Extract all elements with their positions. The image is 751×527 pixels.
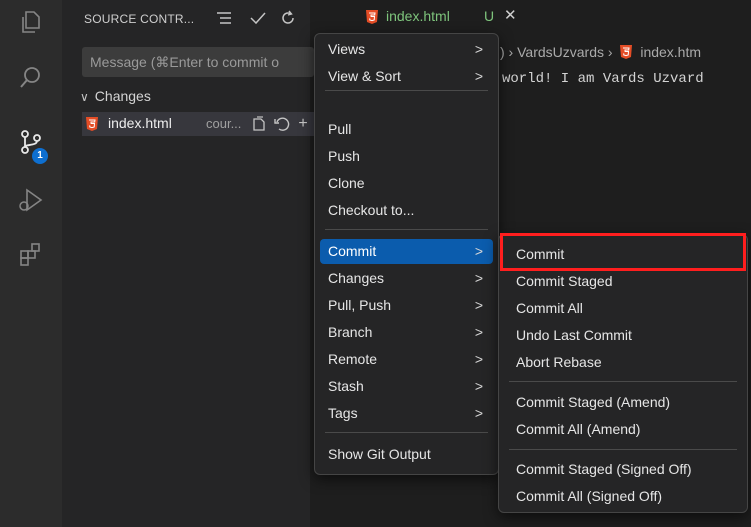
source-control-panel: SOURCE CONTR... ··· Message (⌘Enter to c… bbox=[62, 0, 332, 527]
tab-label: index.html bbox=[386, 8, 450, 24]
menu-divider bbox=[325, 229, 488, 230]
submenu-item-abort-rebase[interactable]: Abort Rebase bbox=[505, 350, 741, 375]
activity-bar: 1 bbox=[0, 0, 62, 527]
discard-changes-icon[interactable] bbox=[272, 114, 290, 134]
chevron-right-icon: > bbox=[474, 378, 483, 394]
search-icon[interactable] bbox=[17, 64, 45, 92]
menu-item-show-git-output[interactable]: Show Git Output bbox=[320, 442, 493, 467]
changes-group-header[interactable]: ∨ Changes bbox=[80, 88, 151, 104]
chevron-right-icon: > bbox=[474, 405, 483, 421]
explorer-icon[interactable] bbox=[17, 8, 45, 36]
commit-check-icon[interactable] bbox=[248, 8, 268, 28]
commit-message-input[interactable]: Message (⌘Enter to commit o bbox=[82, 47, 314, 77]
chevron-right-icon: > bbox=[474, 324, 483, 340]
breadcrumb-file: index.htm bbox=[640, 44, 702, 60]
submenu-item-undo-last-commit[interactable]: Undo Last Commit bbox=[505, 323, 741, 348]
menu-item-remote[interactable]: Remote > bbox=[320, 347, 493, 372]
chevron-right-icon: > bbox=[474, 351, 483, 367]
menu-item-pull-push[interactable]: Pull, Push > bbox=[320, 293, 493, 318]
menu-item-push[interactable]: Push bbox=[320, 144, 493, 169]
extensions-icon[interactable] bbox=[17, 240, 45, 268]
menu-item-stash[interactable]: Stash > bbox=[320, 374, 493, 399]
file-directory: cour... bbox=[206, 116, 242, 131]
submenu-item-commit-all-signed-off[interactable]: Commit All (Signed Off) bbox=[505, 484, 741, 509]
chevron-right-icon: > bbox=[474, 68, 483, 84]
html-file-icon bbox=[620, 45, 633, 59]
menu-item-tags[interactable]: Tags > bbox=[320, 401, 493, 426]
panel-title: SOURCE CONTR... bbox=[84, 12, 195, 26]
menu-item-branch[interactable]: Branch > bbox=[320, 320, 493, 345]
chevron-right-icon: > bbox=[474, 41, 483, 57]
file-name: index.html bbox=[108, 115, 172, 131]
code-line[interactable]: world! I am Vards Uzvard bbox=[502, 71, 704, 87]
more-actions-menu: Views > View & Sort > Pull Push Clone Chec… bbox=[314, 33, 499, 475]
menu-item-checkout[interactable]: Checkout to... bbox=[320, 198, 493, 223]
breadcrumb[interactable]: ) › VardsUzvards › index.htm bbox=[500, 44, 701, 60]
html-file-icon bbox=[86, 117, 98, 131]
chevron-right-icon: > bbox=[474, 297, 483, 313]
submenu-item-commit-all[interactable]: Commit All bbox=[505, 296, 741, 321]
menu-divider bbox=[509, 449, 737, 450]
untracked-status: U bbox=[484, 8, 495, 24]
chevron-right-icon: > bbox=[474, 243, 483, 259]
chevron-down-icon: ∨ bbox=[80, 90, 89, 104]
close-tab-icon[interactable]: ✕ bbox=[504, 6, 517, 24]
open-file-icon[interactable] bbox=[250, 114, 268, 134]
changes-label: Changes bbox=[94, 88, 151, 104]
submenu-item-commit-staged[interactable]: Commit Staged bbox=[505, 269, 741, 294]
run-debug-icon[interactable] bbox=[17, 186, 45, 214]
menu-item-commit[interactable]: Commit > bbox=[320, 239, 493, 264]
menu-divider bbox=[325, 432, 488, 433]
submenu-item-commit-all-amend[interactable]: Commit All (Amend) bbox=[505, 417, 741, 442]
highlight-annotation bbox=[500, 233, 746, 271]
menu-item-views[interactable]: Views > bbox=[320, 37, 493, 62]
menu-item-view-sort[interactable]: View & Sort > bbox=[320, 64, 493, 89]
chevron-right-icon: > bbox=[474, 270, 483, 286]
changed-file-row[interactable]: index.html cour... + bbox=[82, 112, 318, 136]
commit-submenu: Commit Commit Staged Commit All Undo Las… bbox=[498, 234, 748, 513]
breadcrumb-path: ) › VardsUzvards › bbox=[500, 44, 613, 60]
html-file-icon bbox=[366, 10, 378, 24]
stage-changes-icon[interactable]: + bbox=[294, 114, 312, 134]
view-as-tree-icon[interactable] bbox=[214, 8, 234, 28]
menu-divider bbox=[509, 381, 737, 382]
menu-item-changes[interactable]: Changes > bbox=[320, 266, 493, 291]
menu-item-clone[interactable]: Clone bbox=[320, 171, 493, 196]
tab-index-html[interactable]: index.html U ✕ bbox=[310, 0, 517, 34]
refresh-icon[interactable] bbox=[278, 8, 298, 28]
submenu-item-commit-staged-signed-off[interactable]: Commit Staged (Signed Off) bbox=[505, 457, 741, 482]
menu-item-pull[interactable]: Pull bbox=[320, 117, 493, 142]
changes-count-badge: 1 bbox=[32, 148, 48, 164]
submenu-item-commit-staged-amend[interactable]: Commit Staged (Amend) bbox=[505, 390, 741, 415]
menu-divider bbox=[325, 90, 488, 91]
